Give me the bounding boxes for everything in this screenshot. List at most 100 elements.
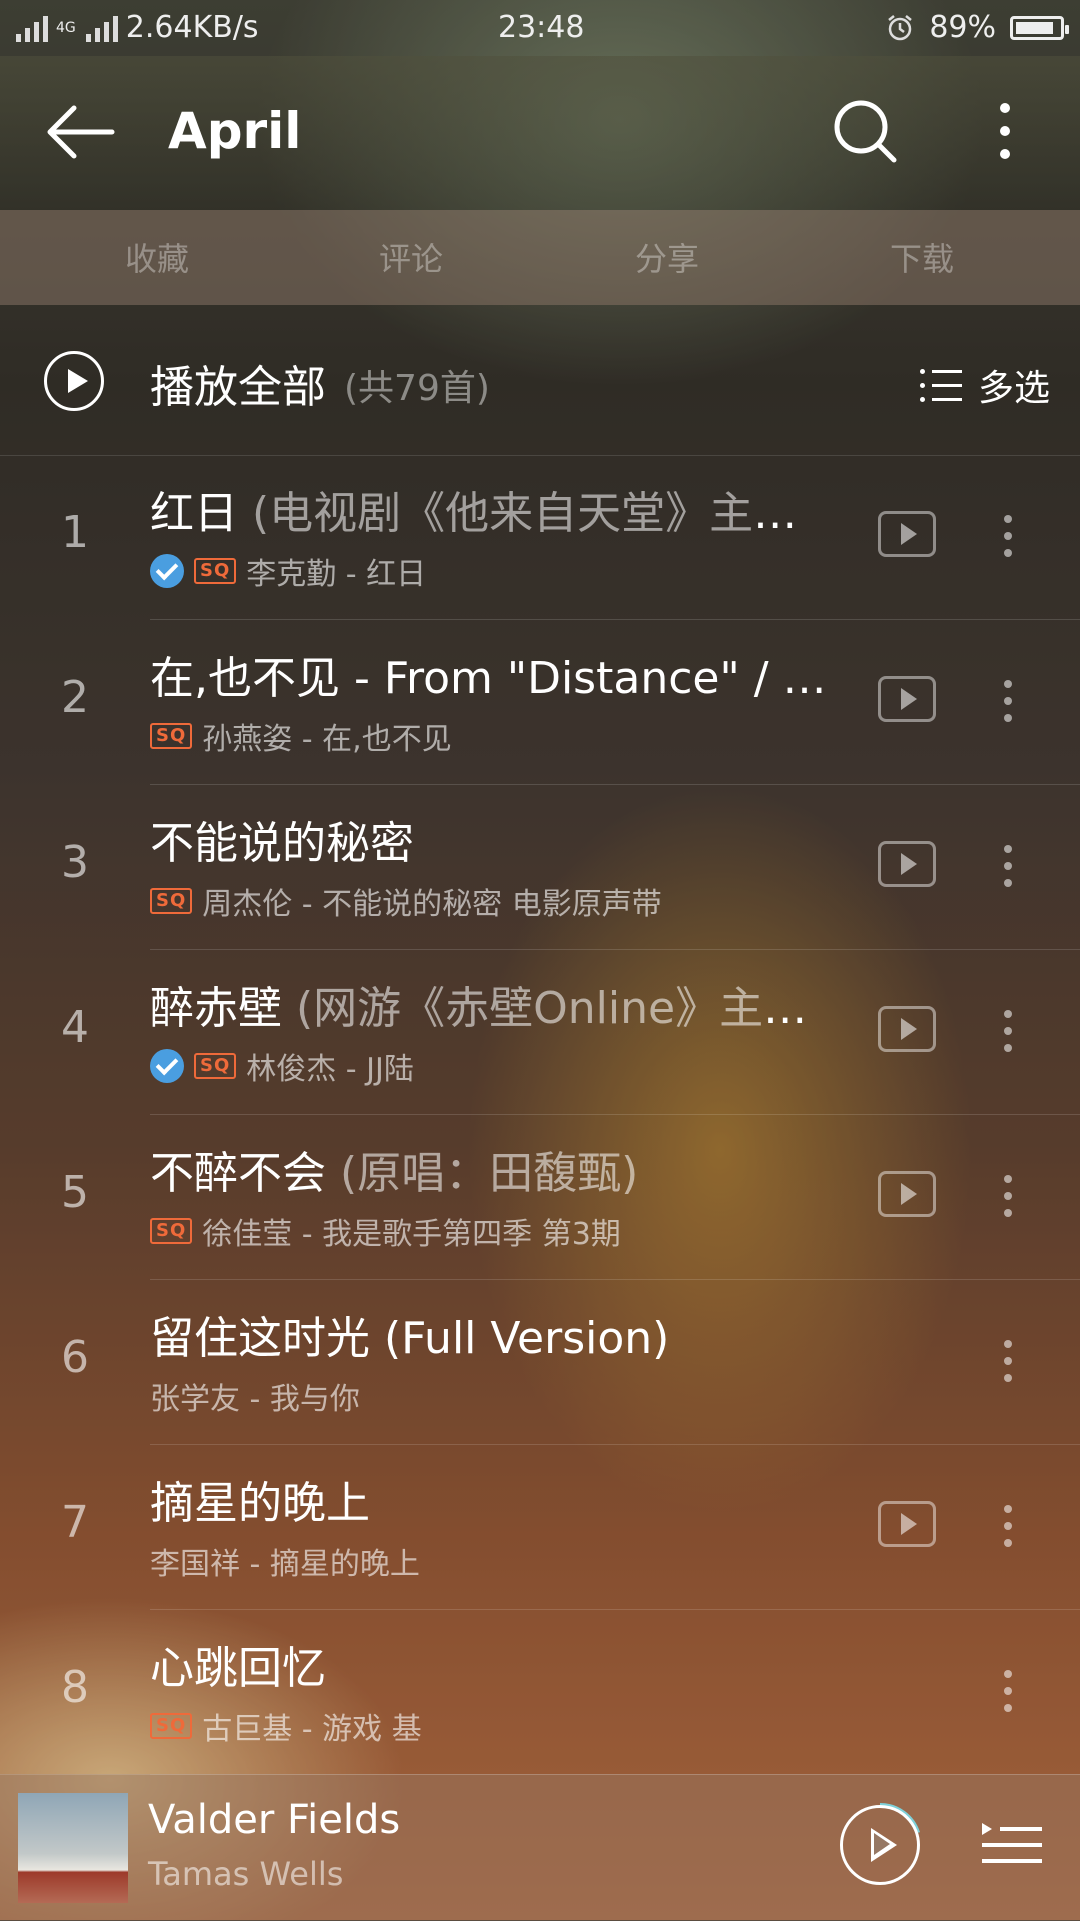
song-index: 5 [61,1167,89,1218]
row-more-icon[interactable] [996,1336,1020,1386]
row-more-icon[interactable] [996,841,1020,891]
mv-video-icon[interactable] [878,1171,936,1217]
row-more-icon[interactable] [996,1171,1020,1221]
battery-icon [1010,15,1069,40]
search-icon[interactable] [830,96,900,166]
favorite-button[interactable]: 收藏 [97,234,217,280]
song-title-main: 不醉不会 [150,1148,326,1199]
network-type: 4G [56,19,76,36]
signal-icon-2 [85,14,118,42]
mv-video-icon[interactable] [878,676,936,722]
row-more-icon[interactable] [996,1501,1020,1551]
song-index: 7 [61,1497,89,1548]
song-artist-album: 徐佳莹 - 我是歌手第四季 第3期 [202,1217,621,1252]
song-title: 醉赤壁 (网游《赤壁Online》主题… [150,972,840,1036]
sq-badge: SQ [150,1218,193,1244]
page-title: April [168,102,302,160]
song-row[interactable]: 6 留住这时光 (Full Version) 张学友 - 我与你 [0,1280,1080,1445]
player-track-title: Valder Fields [148,1797,401,1843]
song-artist-album: 林俊杰 - JJ陆 [246,1052,414,1087]
song-title-main: 红日 [150,488,238,539]
song-row[interactable]: 5 不醉不会 (原唱：田馥甄) SQ 徐佳莹 - 我是歌手第四季 第3期 [0,1115,1080,1280]
mv-video-icon[interactable] [878,1501,936,1547]
row-more-icon[interactable] [996,511,1020,561]
song-index: 3 [61,837,89,888]
play-all-label[interactable]: 播放全部 [150,351,326,415]
song-meta: 李国祥 - 摘星的晚上 [150,1539,420,1583]
mv-video-icon[interactable] [878,841,936,887]
song-artist-album: 李克勤 - 红日 [246,557,427,592]
sq-badge: SQ [194,1053,237,1079]
sq-badge: SQ [150,888,193,914]
song-meta: SQ 孙燕姿 - 在,也不见 [150,714,452,758]
song-meta: 张学友 - 我与你 [150,1374,360,1418]
song-row[interactable]: 4 醉赤壁 (网游《赤壁Online》主题… SQ 林俊杰 - JJ陆 [0,950,1080,1115]
row-more-icon[interactable] [996,676,1020,726]
play-all-icon[interactable] [44,351,104,411]
song-title-sub: (原唱：田馥甄) [340,1148,639,1199]
song-title: 在,也不见 - From "Distance" / Mai… [150,642,840,706]
play-button[interactable] [840,1805,920,1885]
song-index: 6 [61,1332,89,1383]
row-more-icon[interactable] [996,1666,1020,1716]
song-meta: SQ 徐佳莹 - 我是歌手第四季 第3期 [150,1209,621,1253]
playlist-queue-icon[interactable] [980,1817,1046,1873]
song-meta: SQ 周杰伦 - 不能说的秘密 电影原声带 [150,879,662,923]
song-title-main: 不能说的秘密 [150,818,414,869]
mv-video-icon[interactable] [878,511,936,557]
song-title: 留住这时光 (Full Version) [150,1302,840,1366]
song-title-main: 摘星的晚上 [150,1478,370,1529]
song-artist-album: 周杰伦 - 不能说的秘密 电影原声带 [202,887,662,922]
album-art[interactable] [18,1793,128,1903]
status-bar: 4G 2.64KB/s 23:48 89% [0,0,1080,56]
song-meta: SQ 李克勤 - 红日 [150,549,426,593]
song-index: 8 [61,1662,89,1713]
mini-player[interactable]: Valder Fields Tamas Wells [0,1774,1080,1921]
row-more-icon[interactable] [996,1006,1020,1056]
song-row[interactable]: 7 摘星的晚上李国祥 - 摘星的晚上 [0,1445,1080,1610]
downloaded-check-icon [150,554,184,588]
song-row[interactable]: 2 在,也不见 - From "Distance" / Mai… SQ 孙燕姿 - 在… [0,620,1080,785]
sq-badge: SQ [194,558,237,584]
song-row[interactable]: 8 心跳回忆 SQ 古巨基 - 游戏 基 [0,1610,1080,1775]
player-artist: Tamas Wells [148,1855,344,1893]
more-vertical-icon[interactable] [985,96,1025,166]
song-artist-album: 李国祥 - 摘星的晚上 [150,1547,420,1582]
multiselect-label: 多选 [977,368,1050,409]
song-artist-album: 张学友 - 我与你 [150,1382,360,1417]
song-artist-album: 孙燕姿 - 在,也不见 [202,722,452,757]
status-time: 23:48 [498,10,585,45]
status-right: 89% [885,10,1069,45]
song-title-main: 留住这时光 (Full Version) [150,1313,670,1364]
song-index: 1 [61,507,89,558]
song-row[interactable]: 3 不能说的秘密 SQ 周杰伦 - 不能说的秘密 电影原声带 [0,785,1080,950]
song-title: 不能说的秘密 [150,807,840,871]
downloaded-check-icon [150,1049,184,1083]
back-arrow-icon[interactable] [44,96,116,168]
mv-video-icon[interactable] [878,1006,936,1052]
song-meta: SQ 林俊杰 - JJ陆 [150,1044,414,1088]
song-index: 2 [61,672,89,723]
song-meta: SQ 古巨基 - 游戏 基 [150,1704,422,1748]
song-artist-album: 古巨基 - 游戏 基 [202,1712,422,1747]
play-all-row[interactable]: 播放全部 (共79首) 多选 [0,305,1080,456]
share-button[interactable]: 分享 [607,234,727,280]
alarm-icon [888,14,913,40]
signal-icon [16,14,48,42]
song-title: 红日 (电视剧《他来自天堂》主题… [150,477,840,541]
action-row: 收藏 评论 分享 下载 [0,210,1080,305]
sq-badge: SQ [150,723,193,749]
song-title-sub: (网游《赤壁Online》主题… [296,983,840,1034]
song-row[interactable]: 1 红日 (电视剧《他来自天堂》主题… SQ 李克勤 - 红日 [0,455,1080,620]
song-title: 心跳回忆 [150,1632,840,1696]
song-title: 摘星的晚上 [150,1467,840,1531]
sq-badge: SQ [150,1713,193,1739]
list-icon [919,368,962,402]
comment-button[interactable]: 评论 [351,234,471,280]
app-header: April [0,56,1080,210]
network-speed: 2.64KB/s [125,10,259,45]
download-button[interactable]: 下载 [862,234,982,280]
song-title-sub: (电视剧《他来自天堂》主题… [252,488,840,539]
status-left: 4G 2.64KB/s [16,10,259,45]
multiselect-button[interactable]: 多选 [919,359,1050,411]
